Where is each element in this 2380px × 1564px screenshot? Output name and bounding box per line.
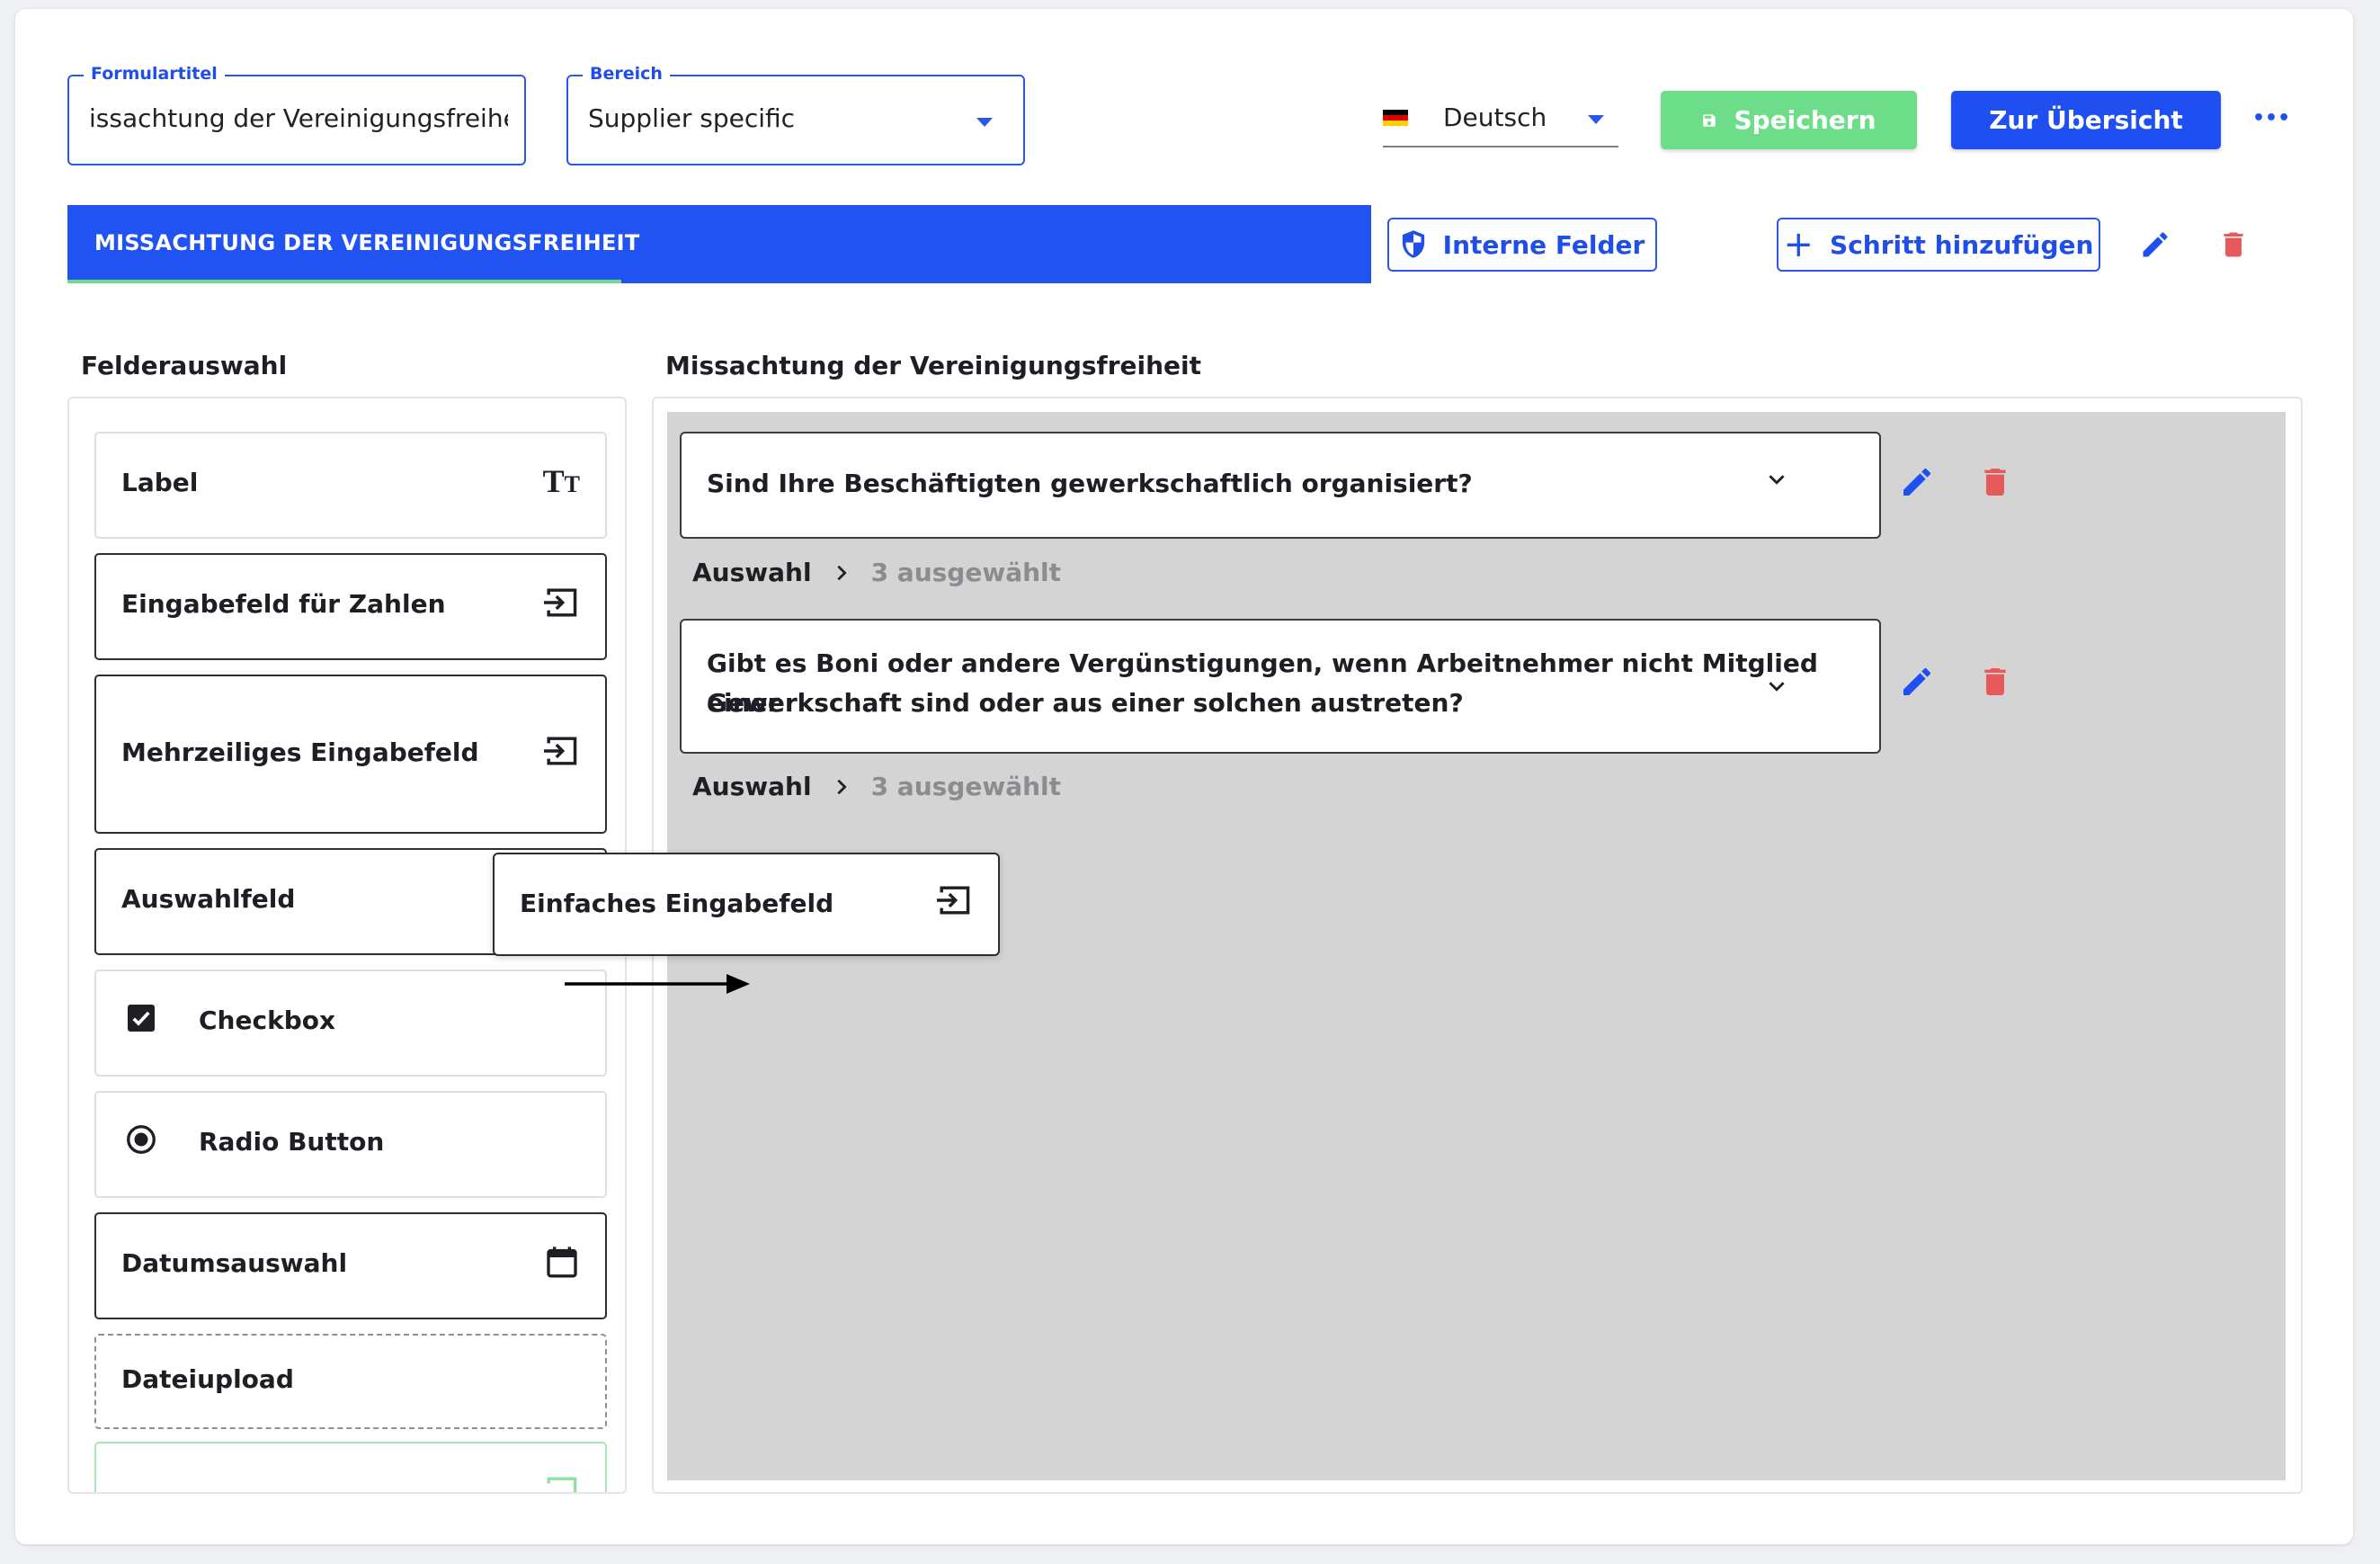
palette-item-label-text: Checkbox	[199, 1005, 336, 1035]
form-title-value: issachtung der Vereinigungsfreiheit	[89, 103, 508, 133]
palette-item-partial[interactable]	[94, 1442, 607, 1492]
language-value: Deutsch	[1443, 103, 1547, 132]
options-label: Auswahl	[692, 558, 812, 587]
checkbox-checked-icon	[128, 1005, 155, 1032]
calendar-icon	[547, 1247, 577, 1278]
palette-item-label-text: Eingabefeld für Zahlen	[121, 589, 446, 619]
input-icon	[544, 588, 577, 617]
tab-active-step[interactable]: MISSACHTUNG DER VEREINIGUNGSFREIHEIT	[94, 230, 640, 255]
palette-item-label-text: Dateiupload	[121, 1364, 294, 1394]
text-format-icon: TT	[542, 463, 580, 499]
chevron-down-icon[interactable]	[1765, 468, 1788, 491]
chevron-down-icon[interactable]	[1765, 675, 1788, 698]
options-summary-1[interactable]: Auswahl 3 ausgewählt	[692, 558, 1061, 587]
german-flag-icon	[1383, 110, 1408, 126]
palette-item-file-upload[interactable]: Dateiupload	[94, 1334, 607, 1429]
add-step-label: Schritt hinzufügen	[1830, 229, 2094, 260]
delete-question-trash-icon[interactable]	[1977, 464, 2013, 500]
dropdown-caret-icon	[976, 118, 993, 127]
dragged-field-label: Einfaches Eingabefeld	[520, 889, 834, 918]
internal-fields-label: Interne Felder	[1442, 229, 1645, 260]
input-icon	[937, 886, 970, 915]
question-card-1[interactable]: Sind Ihre Beschäftigten gewerkschaftlich…	[680, 432, 1881, 539]
chevron-right-icon	[836, 779, 847, 794]
palette-item-label-text: Radio Button	[199, 1127, 385, 1157]
palette-item-datepicker[interactable]: Datumsauswahl	[94, 1212, 607, 1319]
edit-question-pencil-icon[interactable]	[1899, 664, 1935, 700]
form-title-label: Formulartitel	[84, 64, 225, 84]
save-label: Speichern	[1734, 105, 1876, 135]
palette-item-number-input[interactable]: Eingabefeld für Zahlen	[94, 553, 607, 660]
dropdown-caret-icon	[1588, 115, 1604, 124]
question-text-line-2: Gewerkschaft sind oder aus einer solchen…	[707, 688, 1464, 718]
radio-checked-icon	[127, 1125, 156, 1154]
palette-item-checkbox[interactable]: Checkbox	[94, 970, 607, 1077]
drag-arrow-icon	[565, 974, 750, 994]
options-count: 3 ausgewählt	[870, 772, 1061, 801]
options-summary-2[interactable]: Auswahl 3 ausgewählt	[692, 772, 1061, 801]
add-step-button[interactable]: + Schritt hinzufügen	[1777, 218, 2100, 272]
save-button[interactable]: Speichern	[1661, 91, 1917, 149]
delete-step-trash-icon[interactable]	[2217, 228, 2250, 261]
palette-item-multiline-input[interactable]: Mehrzeiliges Eingabefeld	[94, 675, 607, 834]
floppy-disk-icon	[1703, 113, 1716, 127]
edit-step-pencil-icon[interactable]	[2139, 228, 2171, 261]
area-label: Bereich	[583, 64, 670, 84]
area-value: Supplier specific	[588, 103, 796, 133]
step-tab-bar: MISSACHTUNG DER VEREINIGUNGSFREIHEIT	[67, 205, 1371, 283]
palette-title: Felderauswahl	[81, 351, 288, 380]
palette-item-label-text: Datumsauswahl	[121, 1248, 348, 1278]
tab-active-indicator	[67, 280, 621, 283]
overview-label: Zur Übersicht	[1989, 105, 2183, 135]
input-icon	[547, 1477, 577, 1492]
edit-question-pencil-icon[interactable]	[1899, 464, 1935, 500]
language-select[interactable]: Deutsch	[1383, 97, 1618, 147]
plus-icon: +	[1783, 224, 1814, 265]
question-text: Sind Ihre Beschäftigten gewerkschaftlich…	[707, 469, 1473, 498]
palette-item-radio[interactable]: Radio Button	[94, 1091, 607, 1198]
form-title-field[interactable]: Formulartitel issachtung der Vereinigung…	[67, 64, 526, 165]
internal-fields-button[interactable]: Interne Felder	[1387, 218, 1657, 272]
options-count: 3 ausgewählt	[870, 558, 1061, 587]
shield-icon	[1402, 230, 1424, 258]
more-options-icon[interactable]: •••	[2252, 101, 2290, 137]
input-icon	[544, 737, 577, 765]
dragged-field-item[interactable]: Einfaches Eingabefeld	[493, 853, 1000, 956]
palette-item-label-text: Mehrzeiliges Eingabefeld	[121, 737, 479, 767]
options-label: Auswahl	[692, 772, 812, 801]
overview-button[interactable]: Zur Übersicht	[1951, 91, 2221, 149]
palette-item-label-text: Label	[121, 468, 199, 497]
area-select[interactable]: Bereich Supplier specific	[566, 64, 1025, 165]
delete-question-trash-icon[interactable]	[1977, 664, 2013, 700]
canvas-title: Missachtung der Vereinigungsfreiheit	[665, 351, 1202, 380]
palette-item-label-text: Auswahlfeld	[121, 884, 296, 914]
question-card-2[interactable]: Gibt es Boni oder andere Vergünstigungen…	[680, 619, 1881, 754]
palette-item-label[interactable]: Label TT	[94, 432, 607, 539]
chevron-right-icon	[836, 565, 847, 580]
